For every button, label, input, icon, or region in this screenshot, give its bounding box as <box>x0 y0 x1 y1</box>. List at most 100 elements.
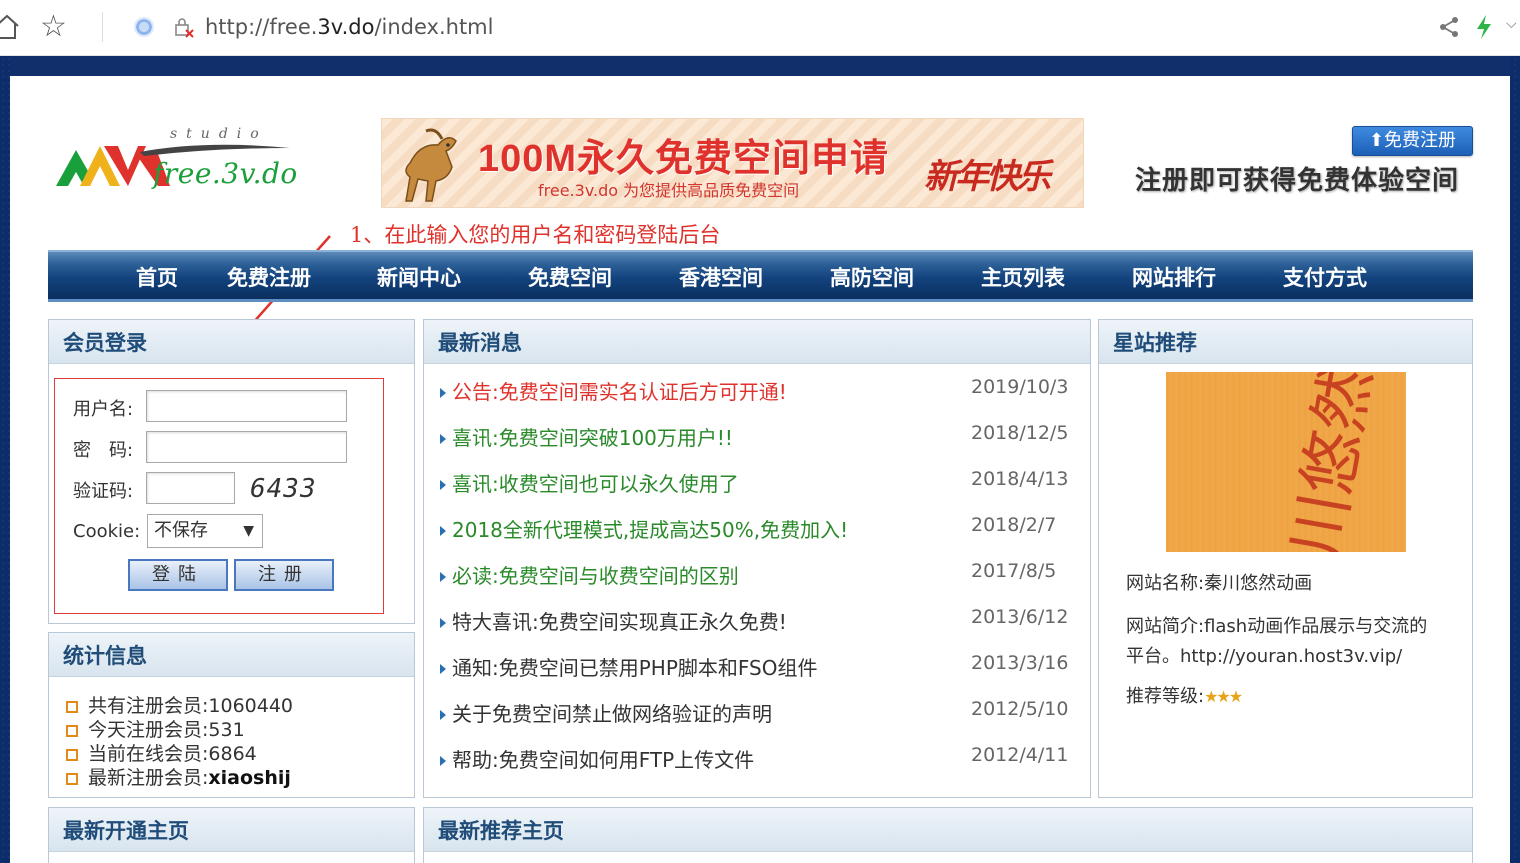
square-bullet-icon <box>66 701 78 713</box>
security-shield-icon[interactable] <box>134 17 154 37</box>
stat-value: 1060440 <box>208 695 294 717</box>
stat-label: 当前在线会员: <box>88 743 209 765</box>
rating-label: 推荐等级: <box>1126 686 1205 707</box>
bullet-triangle-icon <box>440 756 446 766</box>
news-item[interactable]: 喜讯:免费空间突破100万用户!! 2018/12/5 <box>440 422 1070 451</box>
login-panel-title: 会员登录 <box>49 320 414 364</box>
share-icon[interactable] <box>1438 16 1460 38</box>
nav-item-home[interactable]: 首页 <box>136 264 178 292</box>
news-item[interactable]: 关于免费空间禁止做网络验证的声明 2012/5/10 <box>440 698 1070 727</box>
stat-value: 531 <box>208 719 245 741</box>
nav-item-homepage-list[interactable]: 主页列表 <box>981 264 1065 292</box>
instruction-annotation: 1、在此输入您的用户名和密码登陆后台 <box>350 223 721 247</box>
featured-image-text: 秦川悠然 <box>1268 372 1386 552</box>
stat-row: 最新注册会员:xiaoshij <box>66 763 291 790</box>
news-item[interactable]: 帮助:免费空间如何用FTP上传文件 2012/4/11 <box>440 744 1070 773</box>
nav-item-payment[interactable]: 支付方式 <box>1283 264 1367 292</box>
insecure-lock-icon[interactable] <box>173 16 195 38</box>
site-intro-line1: 网站简介:flash动画作品展示与交流的 <box>1126 616 1428 637</box>
news-date: 2013/3/16 <box>971 652 1069 674</box>
cookie-select[interactable]: 不保存 ▼ <box>147 514 263 548</box>
square-bullet-icon <box>66 749 78 761</box>
stat-label: 最新注册会员: <box>88 767 209 789</box>
news-title[interactable]: 特大喜讯:免费空间实现真正永久免费! <box>452 610 787 634</box>
news-date: 2012/4/11 <box>971 744 1069 766</box>
nav-item-register[interactable]: 免费注册 <box>227 264 311 292</box>
news-title[interactable]: 公告:免费空间需实名认证后方可开通! <box>452 380 787 404</box>
stat-label: 今天注册会员: <box>88 719 209 741</box>
news-item[interactable]: 特大喜讯:免费空间实现真正永久免费! 2013/6/12 <box>440 606 1070 635</box>
browser-toolbar: ☆ http://free.3v.do/index.html ⌵ <box>0 0 1520 56</box>
chevron-down-icon[interactable]: ⌵ <box>1506 16 1517 32</box>
stat-row: 共有注册会员:1060440 <box>66 691 293 718</box>
arrow-up-icon: ⬆ <box>1368 130 1385 151</box>
free-register-label: 免费注册 <box>1384 130 1457 151</box>
password-label: 密 码: <box>73 440 134 461</box>
latest-open-panel: 最新开通主页 <box>48 807 415 863</box>
username-label: 用户名: <box>73 399 134 420</box>
bullet-triangle-icon <box>440 664 446 674</box>
news-item[interactable]: 公告:免费空间需实名认证后方可开通! 2019/10/3 <box>440 376 1070 405</box>
free-register-button[interactable]: ⬆免费注册 <box>1352 126 1473 156</box>
banner-title: 100M永久免费空间申请 <box>478 138 890 180</box>
toolbar-divider <box>102 12 103 42</box>
register-button[interactable]: 注册 <box>234 559 334 591</box>
latest-open-title: 最新开通主页 <box>49 808 414 852</box>
news-item[interactable]: 必读:免费空间与收费空间的区别 2017/8/5 <box>440 560 1070 589</box>
stats-panel-title: 统计信息 <box>49 633 414 677</box>
news-title[interactable]: 喜讯:收费空间也可以永久使用了 <box>452 472 739 496</box>
address-bar[interactable]: http://free.3v.do/index.html <box>205 12 493 42</box>
stat-row: 当前在线会员:6864 <box>66 739 257 766</box>
bullet-triangle-icon <box>440 710 446 720</box>
stat-label: 共有注册会员: <box>88 695 209 717</box>
rating-stars-icon: ★★★ <box>1204 687 1243 706</box>
promo-banner[interactable]: 100M永久免费空间申请 free.3v.do 为您提供高品质免费空间 新年快乐 <box>381 118 1084 208</box>
news-item[interactable]: 2018全新代理模式,提成高达50%,免费加入! 2018/2/7 <box>440 514 1070 543</box>
news-date: 2018/12/5 <box>971 422 1069 444</box>
captcha-label: 验证码: <box>73 481 134 502</box>
stat-row: 今天注册会员:531 <box>66 715 245 742</box>
lightning-icon[interactable] <box>1474 14 1494 40</box>
username-input[interactable] <box>146 390 347 422</box>
star-site-panel-title: 星站推荐 <box>1099 320 1472 364</box>
password-input[interactable] <box>146 431 347 463</box>
logo-text: free.3v.do <box>153 157 298 190</box>
news-panel-title: 最新消息 <box>424 320 1090 364</box>
latest-recommend-panel: 最新推荐主页 <box>423 807 1473 863</box>
site-name: 网站名称:秦川悠然动画 <box>1126 573 1313 594</box>
nav-item-free-space[interactable]: 免费空间 <box>528 264 612 292</box>
news-title[interactable]: 喜讯:免费空间突破100万用户!! <box>452 426 733 450</box>
newest-member-link[interactable]: xiaoshij <box>208 767 291 789</box>
news-title[interactable]: 关于免费空间禁止做网络验证的声明 <box>452 702 772 726</box>
news-date: 2013/6/12 <box>971 606 1069 628</box>
goat-illustration-icon <box>405 128 457 202</box>
captcha-input[interactable] <box>146 472 235 504</box>
square-bullet-icon <box>66 725 78 737</box>
login-button[interactable]: 登陆 <box>128 559 228 591</box>
latest-recommend-title: 最新推荐主页 <box>424 808 1472 852</box>
stat-value: 6864 <box>208 743 257 765</box>
featured-site-image[interactable]: 秦川悠然 <box>1166 372 1406 552</box>
news-title[interactable]: 通知:免费空间已禁用PHP脚本和FSO组件 <box>452 656 818 680</box>
bullet-triangle-icon <box>440 618 446 628</box>
news-title[interactable]: 帮助:免费空间如何用FTP上传文件 <box>452 748 754 772</box>
logo-studio-text: studio <box>170 126 268 142</box>
home-icon[interactable] <box>0 14 20 40</box>
news-item[interactable]: 喜讯:收费空间也可以永久使用了 2018/4/13 <box>440 468 1070 497</box>
cookie-label: Cookie: <box>73 521 141 542</box>
news-title[interactable]: 2018全新代理模式,提成高达50%,免费加入! <box>452 518 848 542</box>
nav-item-ddos-space[interactable]: 高防空间 <box>830 264 914 292</box>
url-path: /index.html <box>374 15 494 39</box>
nav-item-news[interactable]: 新闻中心 <box>377 264 461 292</box>
bookmark-star-icon[interactable]: ☆ <box>40 10 67 44</box>
news-item[interactable]: 通知:免费空间已禁用PHP脚本和FSO组件 2013/3/16 <box>440 652 1070 681</box>
banner-subtitle: free.3v.do 为您提供高品质免费空间 <box>538 181 800 200</box>
news-date: 2019/10/3 <box>971 376 1069 398</box>
news-date: 2012/5/10 <box>971 698 1069 720</box>
site-rating: 推荐等级:★★★ <box>1126 682 1243 708</box>
nav-item-ranking[interactable]: 网站排行 <box>1132 264 1216 292</box>
news-title[interactable]: 必读:免费空间与收费空间的区别 <box>452 564 739 588</box>
captcha-image[interactable]: 6433 <box>250 474 317 504</box>
nav-item-hk-space[interactable]: 香港空间 <box>679 264 763 292</box>
news-date: 2018/4/13 <box>971 468 1069 490</box>
